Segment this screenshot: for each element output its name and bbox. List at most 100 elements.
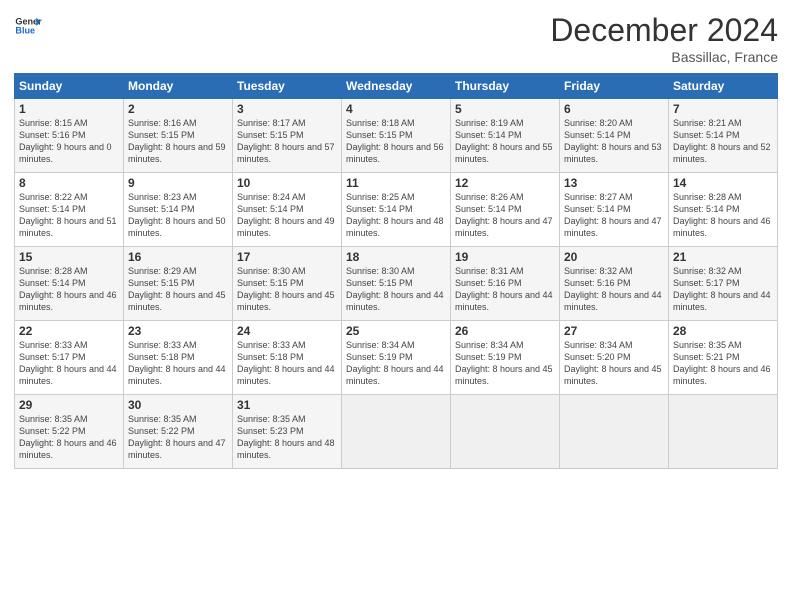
day-number: 18: [346, 250, 446, 264]
table-row: [451, 395, 560, 469]
day-number: 19: [455, 250, 555, 264]
day-info: Sunrise: 8:28 AMSunset: 5:14 PMDaylight:…: [19, 265, 119, 314]
day-number: 2: [128, 102, 228, 116]
day-number: 10: [237, 176, 337, 190]
day-info: Sunrise: 8:35 AMSunset: 5:22 PMDaylight:…: [19, 413, 119, 462]
col-wednesday: Wednesday: [342, 74, 451, 99]
day-number: 5: [455, 102, 555, 116]
day-number: 26: [455, 324, 555, 338]
day-number: 1: [19, 102, 119, 116]
col-saturday: Saturday: [669, 74, 778, 99]
day-number: 3: [237, 102, 337, 116]
table-row: 19Sunrise: 8:31 AMSunset: 5:16 PMDayligh…: [451, 247, 560, 321]
day-info: Sunrise: 8:16 AMSunset: 5:15 PMDaylight:…: [128, 117, 228, 166]
table-row: 18Sunrise: 8:30 AMSunset: 5:15 PMDayligh…: [342, 247, 451, 321]
day-number: 31: [237, 398, 337, 412]
table-row: 24Sunrise: 8:33 AMSunset: 5:18 PMDayligh…: [233, 321, 342, 395]
calendar-table: Sunday Monday Tuesday Wednesday Thursday…: [14, 73, 778, 469]
table-row: 16Sunrise: 8:29 AMSunset: 5:15 PMDayligh…: [124, 247, 233, 321]
table-row: 15Sunrise: 8:28 AMSunset: 5:14 PMDayligh…: [15, 247, 124, 321]
day-info: Sunrise: 8:18 AMSunset: 5:15 PMDaylight:…: [346, 117, 446, 166]
day-number: 23: [128, 324, 228, 338]
table-row: 11Sunrise: 8:25 AMSunset: 5:14 PMDayligh…: [342, 173, 451, 247]
calendar-week-3: 15Sunrise: 8:28 AMSunset: 5:14 PMDayligh…: [15, 247, 778, 321]
table-row: 14Sunrise: 8:28 AMSunset: 5:14 PMDayligh…: [669, 173, 778, 247]
day-info: Sunrise: 8:22 AMSunset: 5:14 PMDaylight:…: [19, 191, 119, 240]
day-info: Sunrise: 8:23 AMSunset: 5:14 PMDaylight:…: [128, 191, 228, 240]
day-info: Sunrise: 8:32 AMSunset: 5:17 PMDaylight:…: [673, 265, 773, 314]
day-info: Sunrise: 8:19 AMSunset: 5:14 PMDaylight:…: [455, 117, 555, 166]
day-number: 25: [346, 324, 446, 338]
logo: General Blue: [14, 12, 42, 40]
day-number: 24: [237, 324, 337, 338]
table-row: 2Sunrise: 8:16 AMSunset: 5:15 PMDaylight…: [124, 99, 233, 173]
table-row: 31Sunrise: 8:35 AMSunset: 5:23 PMDayligh…: [233, 395, 342, 469]
table-row: 22Sunrise: 8:33 AMSunset: 5:17 PMDayligh…: [15, 321, 124, 395]
day-info: Sunrise: 8:34 AMSunset: 5:20 PMDaylight:…: [564, 339, 664, 388]
table-row: 7Sunrise: 8:21 AMSunset: 5:14 PMDaylight…: [669, 99, 778, 173]
calendar-week-1: 1Sunrise: 8:15 AMSunset: 5:16 PMDaylight…: [15, 99, 778, 173]
day-number: 7: [673, 102, 773, 116]
table-row: 23Sunrise: 8:33 AMSunset: 5:18 PMDayligh…: [124, 321, 233, 395]
day-info: Sunrise: 8:28 AMSunset: 5:14 PMDaylight:…: [673, 191, 773, 240]
table-row: [669, 395, 778, 469]
table-row: 10Sunrise: 8:24 AMSunset: 5:14 PMDayligh…: [233, 173, 342, 247]
table-row: [560, 395, 669, 469]
day-number: 27: [564, 324, 664, 338]
table-row: 5Sunrise: 8:19 AMSunset: 5:14 PMDaylight…: [451, 99, 560, 173]
table-row: 1Sunrise: 8:15 AMSunset: 5:16 PMDaylight…: [15, 99, 124, 173]
col-thursday: Thursday: [451, 74, 560, 99]
day-info: Sunrise: 8:35 AMSunset: 5:22 PMDaylight:…: [128, 413, 228, 462]
table-row: 26Sunrise: 8:34 AMSunset: 5:19 PMDayligh…: [451, 321, 560, 395]
table-row: 20Sunrise: 8:32 AMSunset: 5:16 PMDayligh…: [560, 247, 669, 321]
calendar-body: 1Sunrise: 8:15 AMSunset: 5:16 PMDaylight…: [15, 99, 778, 469]
day-info: Sunrise: 8:27 AMSunset: 5:14 PMDaylight:…: [564, 191, 664, 240]
table-row: 27Sunrise: 8:34 AMSunset: 5:20 PMDayligh…: [560, 321, 669, 395]
day-number: 6: [564, 102, 664, 116]
header: General Blue December 2024 Bassillac, Fr…: [14, 12, 778, 65]
table-row: 30Sunrise: 8:35 AMSunset: 5:22 PMDayligh…: [124, 395, 233, 469]
header-row: Sunday Monday Tuesday Wednesday Thursday…: [15, 74, 778, 99]
day-number: 11: [346, 176, 446, 190]
day-number: 21: [673, 250, 773, 264]
table-row: 6Sunrise: 8:20 AMSunset: 5:14 PMDaylight…: [560, 99, 669, 173]
day-number: 15: [19, 250, 119, 264]
col-monday: Monday: [124, 74, 233, 99]
table-row: 25Sunrise: 8:34 AMSunset: 5:19 PMDayligh…: [342, 321, 451, 395]
table-row: 21Sunrise: 8:32 AMSunset: 5:17 PMDayligh…: [669, 247, 778, 321]
day-info: Sunrise: 8:33 AMSunset: 5:17 PMDaylight:…: [19, 339, 119, 388]
day-number: 28: [673, 324, 773, 338]
day-info: Sunrise: 8:35 AMSunset: 5:21 PMDaylight:…: [673, 339, 773, 388]
col-sunday: Sunday: [15, 74, 124, 99]
day-info: Sunrise: 8:25 AMSunset: 5:14 PMDaylight:…: [346, 191, 446, 240]
table-row: 28Sunrise: 8:35 AMSunset: 5:21 PMDayligh…: [669, 321, 778, 395]
day-info: Sunrise: 8:30 AMSunset: 5:15 PMDaylight:…: [346, 265, 446, 314]
day-number: 29: [19, 398, 119, 412]
table-row: [342, 395, 451, 469]
day-info: Sunrise: 8:26 AMSunset: 5:14 PMDaylight:…: [455, 191, 555, 240]
day-info: Sunrise: 8:15 AMSunset: 5:16 PMDaylight:…: [19, 117, 119, 166]
day-number: 12: [455, 176, 555, 190]
day-info: Sunrise: 8:17 AMSunset: 5:15 PMDaylight:…: [237, 117, 337, 166]
day-info: Sunrise: 8:34 AMSunset: 5:19 PMDaylight:…: [346, 339, 446, 388]
day-info: Sunrise: 8:34 AMSunset: 5:19 PMDaylight:…: [455, 339, 555, 388]
title-block: December 2024 Bassillac, France: [550, 12, 778, 65]
table-row: 4Sunrise: 8:18 AMSunset: 5:15 PMDaylight…: [342, 99, 451, 173]
calendar-week-4: 22Sunrise: 8:33 AMSunset: 5:17 PMDayligh…: [15, 321, 778, 395]
day-info: Sunrise: 8:21 AMSunset: 5:14 PMDaylight:…: [673, 117, 773, 166]
table-row: 8Sunrise: 8:22 AMSunset: 5:14 PMDaylight…: [15, 173, 124, 247]
day-info: Sunrise: 8:30 AMSunset: 5:15 PMDaylight:…: [237, 265, 337, 314]
day-number: 17: [237, 250, 337, 264]
day-number: 20: [564, 250, 664, 264]
day-number: 9: [128, 176, 228, 190]
day-info: Sunrise: 8:20 AMSunset: 5:14 PMDaylight:…: [564, 117, 664, 166]
day-info: Sunrise: 8:33 AMSunset: 5:18 PMDaylight:…: [128, 339, 228, 388]
day-number: 22: [19, 324, 119, 338]
day-info: Sunrise: 8:29 AMSunset: 5:15 PMDaylight:…: [128, 265, 228, 314]
table-row: 12Sunrise: 8:26 AMSunset: 5:14 PMDayligh…: [451, 173, 560, 247]
day-number: 30: [128, 398, 228, 412]
table-row: 9Sunrise: 8:23 AMSunset: 5:14 PMDaylight…: [124, 173, 233, 247]
svg-text:Blue: Blue: [15, 26, 35, 36]
day-info: Sunrise: 8:31 AMSunset: 5:16 PMDaylight:…: [455, 265, 555, 314]
month-title: December 2024: [550, 12, 778, 49]
